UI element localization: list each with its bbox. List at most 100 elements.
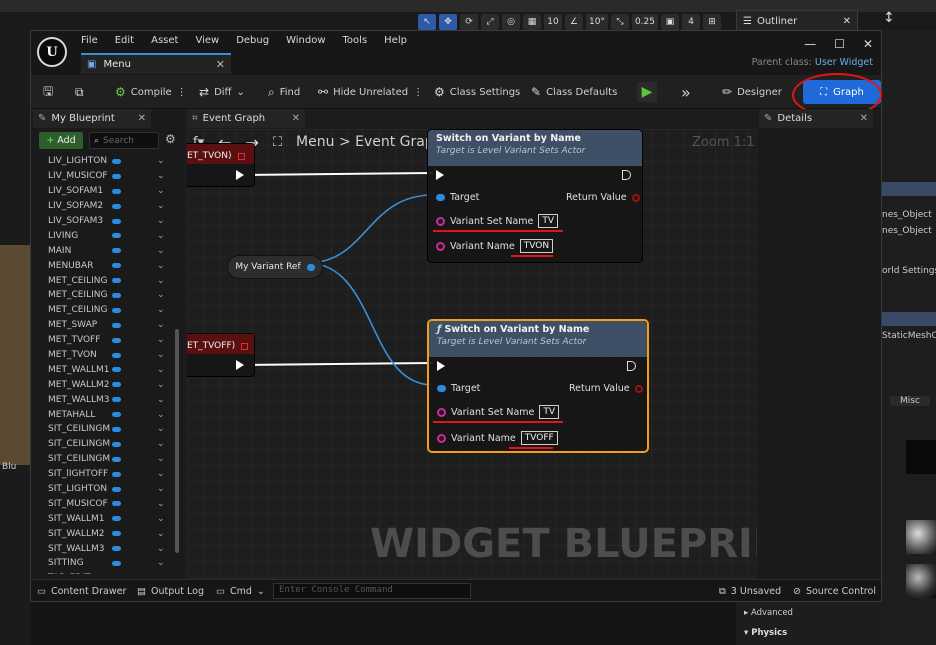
- breadcrumb-root[interactable]: Menu: [296, 134, 334, 150]
- eye-toggle-icon[interactable]: ⌄: [157, 365, 165, 375]
- more-icon[interactable]: ⋮: [413, 87, 423, 98]
- more-toolbar-button[interactable]: »: [681, 75, 691, 109]
- hide-unrelated-button[interactable]: ⚯ Hide Unrelated ⋮: [318, 75, 423, 109]
- variable-row[interactable]: SIT_CEILINGM ⌄: [31, 422, 181, 437]
- eye-toggle-icon[interactable]: ⌄: [157, 335, 165, 345]
- variant-set-name-pin[interactable]: Variant Set Name TV: [436, 214, 559, 228]
- console-input[interactable]: Enter Console Command: [273, 583, 471, 599]
- diff-button[interactable]: ⇄ Diff ⌄: [199, 75, 245, 109]
- variant-set-name-value[interactable]: TV: [538, 214, 559, 228]
- event-graph-tab[interactable]: ⌗ Event Graph ✕: [187, 109, 305, 128]
- scrollbar[interactable]: [175, 329, 179, 553]
- exec-in-pin[interactable]: [436, 170, 444, 180]
- variant-name-pin[interactable]: Variant Name TVON: [436, 239, 554, 253]
- eye-toggle-icon[interactable]: ⌄: [157, 424, 165, 434]
- variable-row[interactable]: LIV_LIGHTON ⌄: [31, 154, 181, 169]
- exec-out-pin[interactable]: [627, 361, 636, 371]
- eye-toggle-icon[interactable]: ⌄: [157, 395, 165, 405]
- resize-handle-icon[interactable]: ↕: [883, 10, 895, 26]
- menu-item-edit[interactable]: Edit: [115, 35, 134, 46]
- variant-set-name-value[interactable]: TV: [539, 405, 560, 419]
- delegate-pin-icon[interactable]: [241, 342, 249, 350]
- eye-toggle-icon[interactable]: ⌄: [157, 290, 165, 300]
- eye-toggle-icon[interactable]: ⌄: [157, 380, 165, 390]
- variable-row[interactable]: SIT_LIGHTON ⌄: [31, 482, 181, 497]
- variant-set-name-pin[interactable]: Variant Set Name TV: [437, 405, 560, 419]
- variable-row[interactable]: MET_WALLM1 ⌄: [31, 362, 181, 377]
- viewport-tool-button[interactable]: ⤡: [610, 14, 629, 30]
- eye-toggle-icon[interactable]: ⌄: [157, 231, 165, 241]
- variable-row[interactable]: LIVING ⌄: [31, 228, 181, 243]
- menu-item-window[interactable]: Window: [286, 35, 325, 46]
- target-pin[interactable]: Target: [436, 192, 479, 203]
- add-button[interactable]: + Add: [39, 132, 83, 149]
- eye-toggle-icon[interactable]: ⌄: [157, 514, 165, 524]
- variable-row[interactable]: SIT_MUSICOF ⌄: [31, 496, 181, 511]
- variable-row[interactable]: SIT_WALLM2 ⌄: [31, 526, 181, 541]
- menu-item-tools[interactable]: Tools: [343, 35, 368, 46]
- designer-button[interactable]: ✏ Designer: [722, 75, 782, 109]
- menu-item-debug[interactable]: Debug: [236, 35, 269, 46]
- class-defaults-button[interactable]: ✎ Class Defaults: [531, 75, 617, 109]
- variable-row[interactable]: LIV_MUSICOF ⌄: [31, 169, 181, 184]
- content-drawer-button[interactable]: ▭ Content Drawer: [37, 580, 126, 602]
- advanced-row[interactable]: ▸ Advanced: [744, 608, 793, 618]
- return-value-pin[interactable]: Return Value: [569, 383, 643, 394]
- variant-name-pin[interactable]: Variant Name TVOFF: [437, 431, 558, 445]
- close-icon[interactable]: ✕: [292, 113, 300, 124]
- variable-row[interactable]: SIT_lIGHTOFF ⌄: [31, 467, 181, 482]
- variable-row[interactable]: SIT_WALLM3 ⌄: [31, 541, 181, 556]
- viewport-tool-button[interactable]: 10: [544, 14, 562, 30]
- close-icon[interactable]: ✕: [843, 16, 851, 27]
- eye-toggle-icon[interactable]: ⌄: [157, 439, 165, 449]
- eye-toggle-icon[interactable]: ⌄: [157, 484, 165, 494]
- event-node-tvon[interactable]: ET_TVON): [187, 143, 255, 187]
- close-icon[interactable]: ✕: [216, 58, 225, 71]
- search-input[interactable]: ⌕ Search: [89, 132, 159, 149]
- viewport-tool-button[interactable]: ✥: [439, 14, 457, 30]
- variant-name-value[interactable]: TVON: [519, 239, 554, 253]
- variable-row[interactable]: LIV_SOFAM2 ⌄: [31, 199, 181, 214]
- source-control-button[interactable]: ⊘ Source Control: [793, 580, 876, 602]
- eye-toggle-icon[interactable]: ⌄: [157, 246, 165, 256]
- close-icon[interactable]: ✕: [138, 113, 146, 124]
- browse-button[interactable]: ⧉: [75, 75, 84, 109]
- compile-button[interactable]: ⚙ Compile ⋮: [115, 75, 187, 109]
- cmd-dropdown[interactable]: ▭ Cmd ⌄: [216, 580, 265, 602]
- eye-toggle-icon[interactable]: ⌄: [157, 305, 165, 315]
- switch-variant-node-tvoff[interactable]: ƒ Switch on Variant by Name Target is Le…: [427, 319, 649, 453]
- exec-out-pin[interactable]: [236, 170, 244, 180]
- physics-row[interactable]: ▾ Physics: [744, 628, 787, 638]
- eye-toggle-icon[interactable]: ⌄: [157, 186, 165, 196]
- delegate-pin-icon[interactable]: [237, 152, 245, 160]
- viewport-tool-button[interactable]: ⊞: [703, 14, 721, 30]
- minimize-icon[interactable]: —: [804, 37, 816, 51]
- object-out-pin[interactable]: [306, 263, 315, 271]
- play-button[interactable]: ▶: [637, 75, 657, 109]
- switch-variant-node-tvon[interactable]: Switch on Variant by Name Target is Leve…: [427, 129, 643, 263]
- menu-item-view[interactable]: View: [195, 35, 219, 46]
- eye-toggle-icon[interactable]: ⌄: [157, 558, 165, 568]
- exec-in-pin[interactable]: [437, 361, 445, 371]
- variable-row[interactable]: METAHALL ⌄: [31, 407, 181, 422]
- variable-row[interactable]: SITTING ⌄: [31, 556, 181, 571]
- eye-toggle-icon[interactable]: ⌄: [157, 573, 165, 574]
- variable-row[interactable]: MET_CEILING ⌄: [31, 288, 181, 303]
- variable-row[interactable]: MET_TVOFF ⌄: [31, 333, 181, 348]
- eye-toggle-icon[interactable]: ⌄: [157, 529, 165, 539]
- variable-row[interactable]: MET_CEILING ⌄: [31, 273, 181, 288]
- viewport-tool-button[interactable]: 10°: [586, 14, 608, 30]
- eye-toggle-icon[interactable]: ⌄: [157, 156, 165, 166]
- eye-toggle-icon[interactable]: ⌄: [157, 216, 165, 226]
- variable-row[interactable]: MENUBAR ⌄: [31, 258, 181, 273]
- eye-toggle-icon[interactable]: ⌄: [157, 544, 165, 554]
- more-icon[interactable]: ⋮: [177, 87, 187, 98]
- event-graph-canvas[interactable]: ƒ▾ ← → ⛶ Menu > Event Graph Zoom 1:1 WID…: [187, 129, 757, 579]
- eye-toggle-icon[interactable]: ⌄: [157, 171, 165, 181]
- eye-toggle-icon[interactable]: ⌄: [157, 261, 165, 271]
- viewport-tool-button[interactable]: ▣: [661, 14, 679, 30]
- eye-toggle-icon[interactable]: ⌄: [157, 454, 165, 464]
- unsaved-button[interactable]: ⧉ 3 Unsaved: [719, 580, 781, 602]
- variant-ref-node[interactable]: My Variant Ref: [227, 255, 323, 279]
- outliner-tab[interactable]: ☰ Outliner ✕: [736, 10, 858, 32]
